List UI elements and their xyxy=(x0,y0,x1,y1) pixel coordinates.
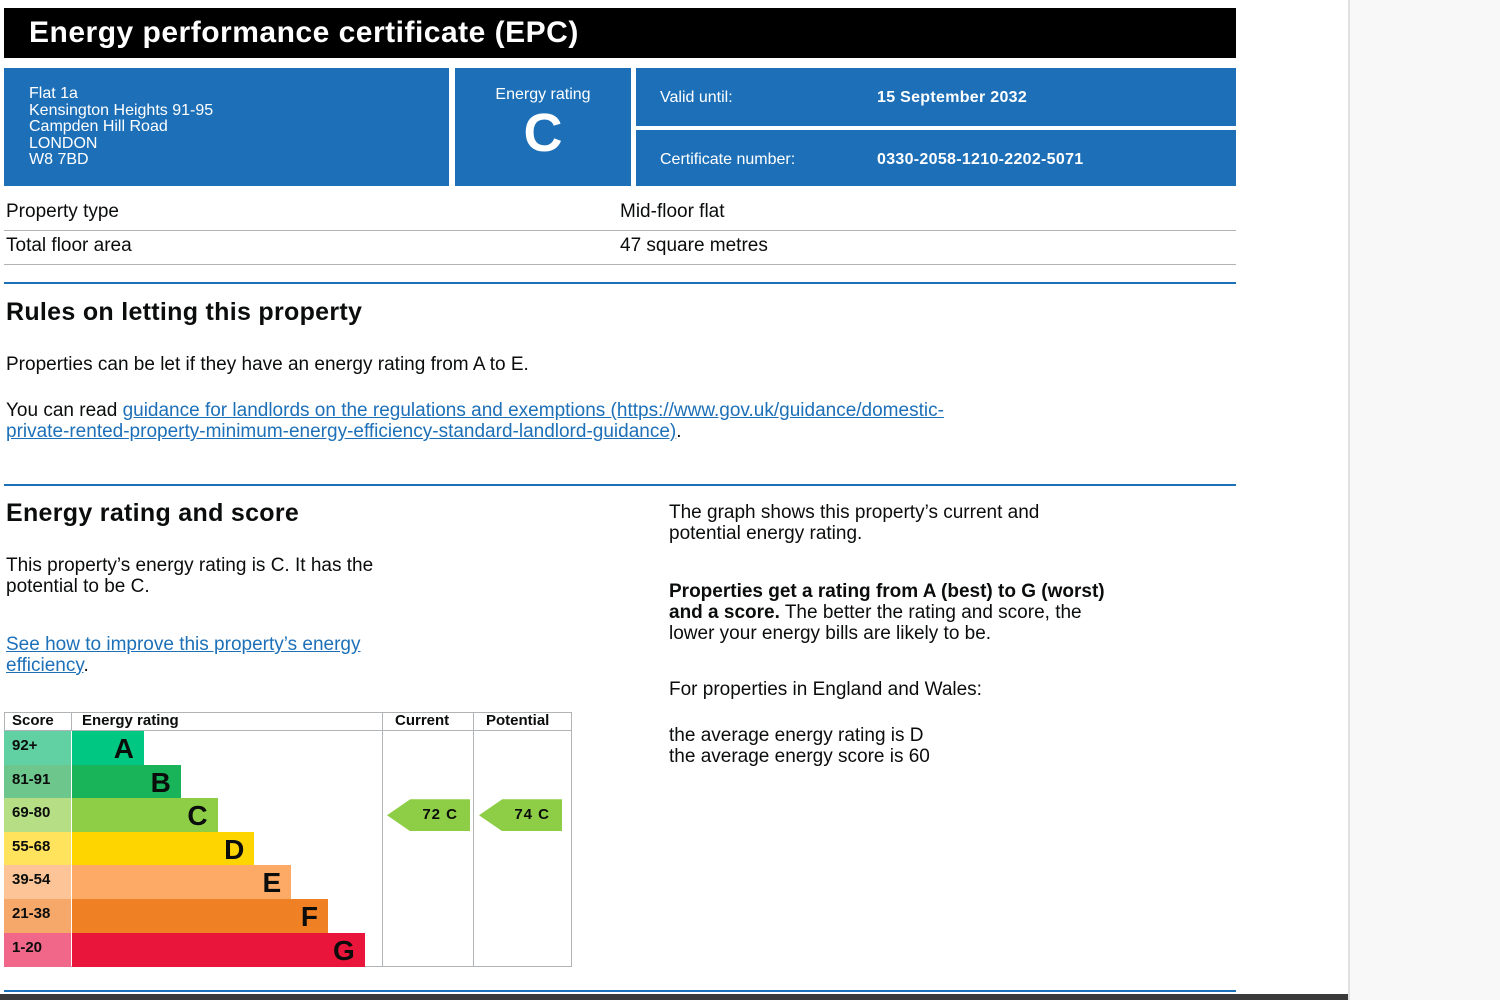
certificate-number-value: 0330-2058-1210-2202-5071 xyxy=(877,151,1084,168)
address-line: Campden Hill Road xyxy=(29,118,168,135)
property-type-value: Mid-floor flat xyxy=(620,201,725,222)
section-divider xyxy=(4,990,1236,992)
horizontal-scrollbar[interactable] xyxy=(0,994,1348,1000)
rating-scale-explanation: Properties get a rating from A (best) to… xyxy=(669,581,1105,644)
band-bar-a: A xyxy=(72,731,144,765)
page-title: Energy performance certificate (EPC) xyxy=(4,8,1236,58)
england-wales-text: For properties in England and Wales: xyxy=(669,679,982,700)
rating-scale-bold: Properties get a rating from A (best) to… xyxy=(669,581,1105,602)
average-score-text: the average energy score is 60 xyxy=(669,746,930,767)
valid-until-box: Valid until: 15 September 2032 xyxy=(636,68,1236,126)
improve-paragraph: See how to improve this property’s energ… xyxy=(6,634,361,676)
band-score-a: 92+ xyxy=(4,731,71,765)
floor-area-label: Total floor area xyxy=(6,235,132,256)
potential-rating-arrow: 74 C xyxy=(479,799,562,832)
section-divider xyxy=(4,484,1236,486)
certificate-number-label: Certificate number: xyxy=(660,151,796,168)
certificate-number-box: Certificate number: 0330-2058-1210-2202-… xyxy=(636,130,1236,186)
floor-area-value: 47 square metres xyxy=(620,235,768,256)
current-rating-arrow: 72 C xyxy=(387,799,470,832)
band-score-e: 39-54 xyxy=(4,865,71,900)
section-divider xyxy=(4,282,1236,284)
current-column-header: Current xyxy=(395,712,450,729)
graph-explanation: The graph shows this property’s current … xyxy=(669,502,1039,544)
improve-efficiency-link[interactable]: See how to improve this property’s energ… xyxy=(6,634,361,655)
valid-until-value: 15 September 2032 xyxy=(877,89,1028,106)
address-line: Flat 1a xyxy=(29,85,78,102)
chart-border xyxy=(473,712,474,967)
side-panel xyxy=(1348,0,1500,1000)
valid-until-label: Valid until: xyxy=(660,89,733,106)
chart-border xyxy=(71,712,72,730)
chart-border xyxy=(571,712,572,967)
band-bar-g: G xyxy=(72,932,365,967)
floor-area-row: Total floor area 47 square metres xyxy=(4,230,1236,265)
band-score-c: 69-80 xyxy=(4,798,71,833)
improve-efficiency-link-cont[interactable]: efficiency xyxy=(6,655,83,676)
address-line: W8 7BD xyxy=(29,151,89,168)
rating-statement: This property’s energy rating is C. It h… xyxy=(6,555,373,597)
band-bar-b: B xyxy=(72,764,181,799)
guidance-prefix: You can read xyxy=(6,400,123,421)
rating-statement-line: This property’s energy rating is C. It h… xyxy=(6,555,374,576)
address-box: Flat 1a Kensington Heights 91-95 Campden… xyxy=(4,68,449,186)
letting-guidance-paragraph: You can read guidance for landlords on t… xyxy=(6,400,1206,442)
energy-rating-chart: Score Energy rating Current Potential 92… xyxy=(4,712,572,967)
energy-rating-value: C xyxy=(523,103,563,163)
rating-statement-line: potential to be C. xyxy=(6,576,150,597)
potential-column-header: Potential xyxy=(486,712,550,729)
band-score-g: 1-20 xyxy=(4,932,71,967)
rating-scale-text: lower your energy bills are likely to be… xyxy=(669,623,992,644)
energy-rating-box: Energy rating C xyxy=(455,68,631,186)
band-score-b: 81-91 xyxy=(4,764,71,799)
band-score-d: 55-68 xyxy=(4,831,71,866)
guidance-suffix: . xyxy=(676,421,682,442)
graph-explanation-line: potential energy rating. xyxy=(669,523,863,544)
letting-heading: Rules on letting this property xyxy=(6,298,363,326)
improve-suffix: . xyxy=(83,655,89,676)
score-column-header: Score xyxy=(12,712,54,729)
band-bar-c: C xyxy=(72,798,218,833)
energy-rating-label: Energy rating xyxy=(495,86,591,103)
property-type-label: Property type xyxy=(6,201,119,222)
property-type-row: Property type Mid-floor flat xyxy=(4,196,1236,231)
address-line: Kensington Heights 91-95 xyxy=(29,101,214,119)
landlord-guidance-link[interactable]: guidance for landlords on the regulation… xyxy=(123,400,944,421)
landlord-guidance-link-cont[interactable]: private-rented-property-minimum-energy-e… xyxy=(6,421,676,442)
band-bar-f: F xyxy=(72,899,328,933)
chart-border xyxy=(382,712,383,967)
score-heading: Energy rating and score xyxy=(6,499,300,527)
averages-text: the average energy rating is D the avera… xyxy=(669,725,930,767)
band-bar-d: D xyxy=(72,831,255,866)
average-rating-text: the average energy rating is D xyxy=(669,725,924,746)
band-bar-e: E xyxy=(72,865,292,900)
band-score-f: 21-38 xyxy=(4,899,71,933)
epc-page: Energy performance certificate (EPC) Fla… xyxy=(0,0,1500,1000)
letting-paragraph: Properties can be let if they have an en… xyxy=(6,354,529,375)
rating-column-header: Energy rating xyxy=(82,712,179,729)
rating-scale-text: The better the rating and score, the xyxy=(779,602,1082,623)
rating-scale-bold: and a score. xyxy=(669,602,780,623)
address-line: LONDON xyxy=(29,134,98,152)
graph-explanation-line: The graph shows this property’s current … xyxy=(669,502,1040,523)
